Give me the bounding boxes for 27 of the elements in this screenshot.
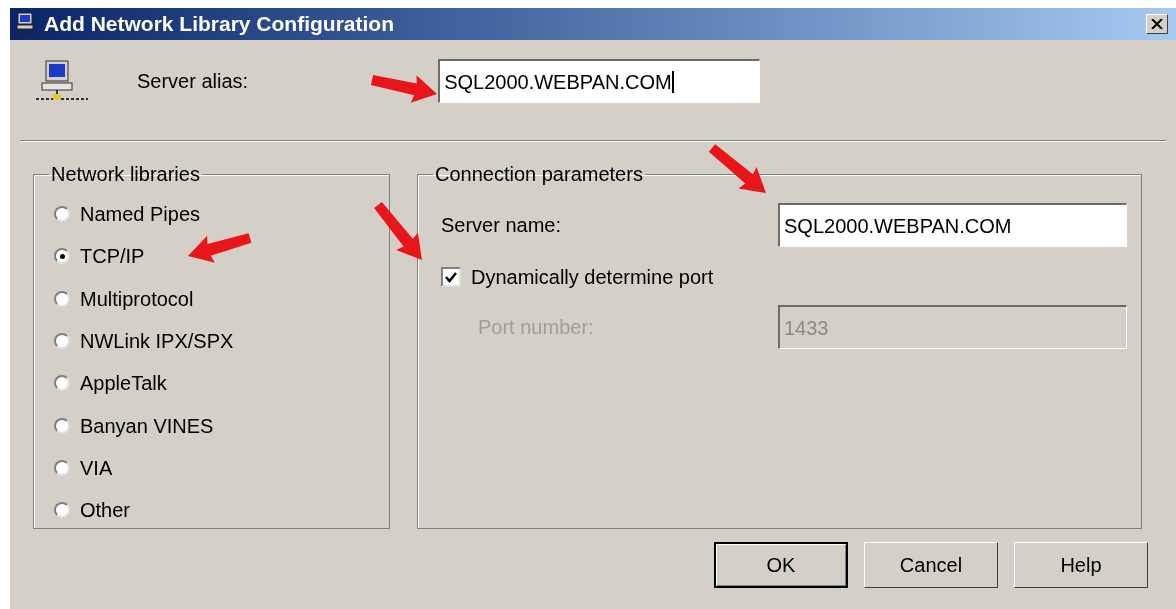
close-icon (1151, 19, 1163, 29)
server-name-label: Server name: (441, 213, 563, 238)
radio-option[interactable]: Named Pipes (54, 193, 389, 236)
dialog-button[interactable]: Cancel (864, 542, 998, 588)
network-computer-icon (34, 59, 90, 103)
dialog-button[interactable]: Help (1014, 542, 1148, 588)
annotation-arrow-icon (370, 75, 437, 103)
dynamic-port-checkbox[interactable]: Dynamically determine port (441, 262, 1127, 292)
radio-option[interactable]: TCP/IP (54, 235, 389, 278)
annotation-arrow-icon (708, 144, 766, 193)
radio-option[interactable]: NWLink IPX/SPX (54, 319, 389, 363)
radio-option[interactable]: Multiprotocol (54, 277, 389, 320)
radio-option[interactable]: Other (54, 489, 389, 532)
annotation-arrow-icon (188, 233, 252, 263)
group-title: Connection parameters (434, 162, 644, 187)
window-title: Add Network Library Configuration (44, 11, 395, 38)
group-title: Network libraries (50, 162, 201, 187)
server-alias-label: Server alias: (137, 69, 249, 94)
radio-option[interactable]: VIA (54, 446, 389, 490)
radio-option[interactable]: Banyan VINES (54, 404, 389, 447)
close-button[interactable] (1146, 14, 1168, 34)
annotation-arrow-icon (374, 201, 422, 260)
server-alias-field[interactable]: SQL2000.WEBPAN.COM (438, 59, 761, 103)
network-computer-icon (14, 12, 36, 36)
server-name-field[interactable]: SQL2000.WEBPAN.COM (778, 203, 1127, 247)
dialog-button[interactable]: OK (714, 542, 848, 588)
radio-option[interactable]: AppleTalk (54, 362, 389, 405)
